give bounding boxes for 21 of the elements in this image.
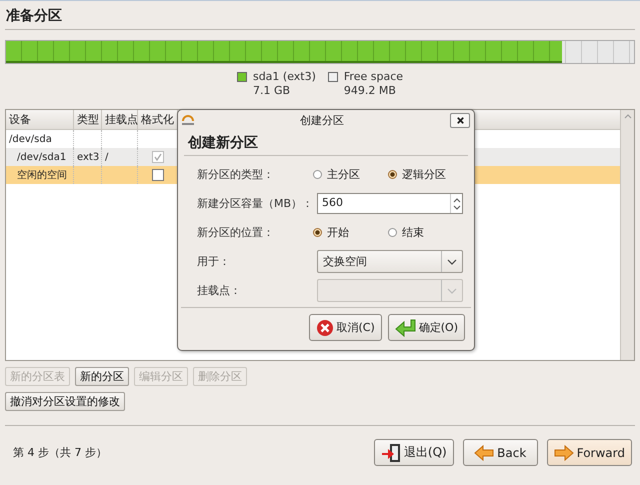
field-label: 新分区的位置： — [197, 225, 275, 240]
field-label: 新建分区容量（MB）： — [197, 196, 314, 211]
device-name: /dev/sda1 — [17, 152, 66, 162]
field-label: 挂载点： — [197, 283, 242, 298]
fs-type: ext3 — [77, 152, 100, 162]
legend-label: sda1 (ext3) — [252, 70, 316, 83]
dialog-title: 创建分区 — [299, 112, 345, 128]
radio-label: 主分区 — [327, 167, 360, 182]
radio-label: 开始 — [327, 225, 349, 240]
legend-label: Free space — [344, 70, 404, 83]
legend-size: 7.1 GB — [252, 84, 292, 97]
device-name: 空闲的空间 — [17, 168, 67, 182]
radio-label: 结束 — [402, 225, 424, 240]
field-label: 用于： — [197, 254, 231, 269]
legend-size: 949.2 MB — [344, 84, 397, 97]
mount-point: / — [105, 152, 108, 162]
radio-label: 逻辑分区 — [402, 167, 446, 182]
field-label: 新分区的类型： — [197, 167, 275, 182]
device-name: /dev/sda — [9, 134, 52, 144]
page-title: 准备分区 — [5, 7, 63, 26]
step-indicator: 第 4 步（共 7 步） — [13, 445, 108, 460]
